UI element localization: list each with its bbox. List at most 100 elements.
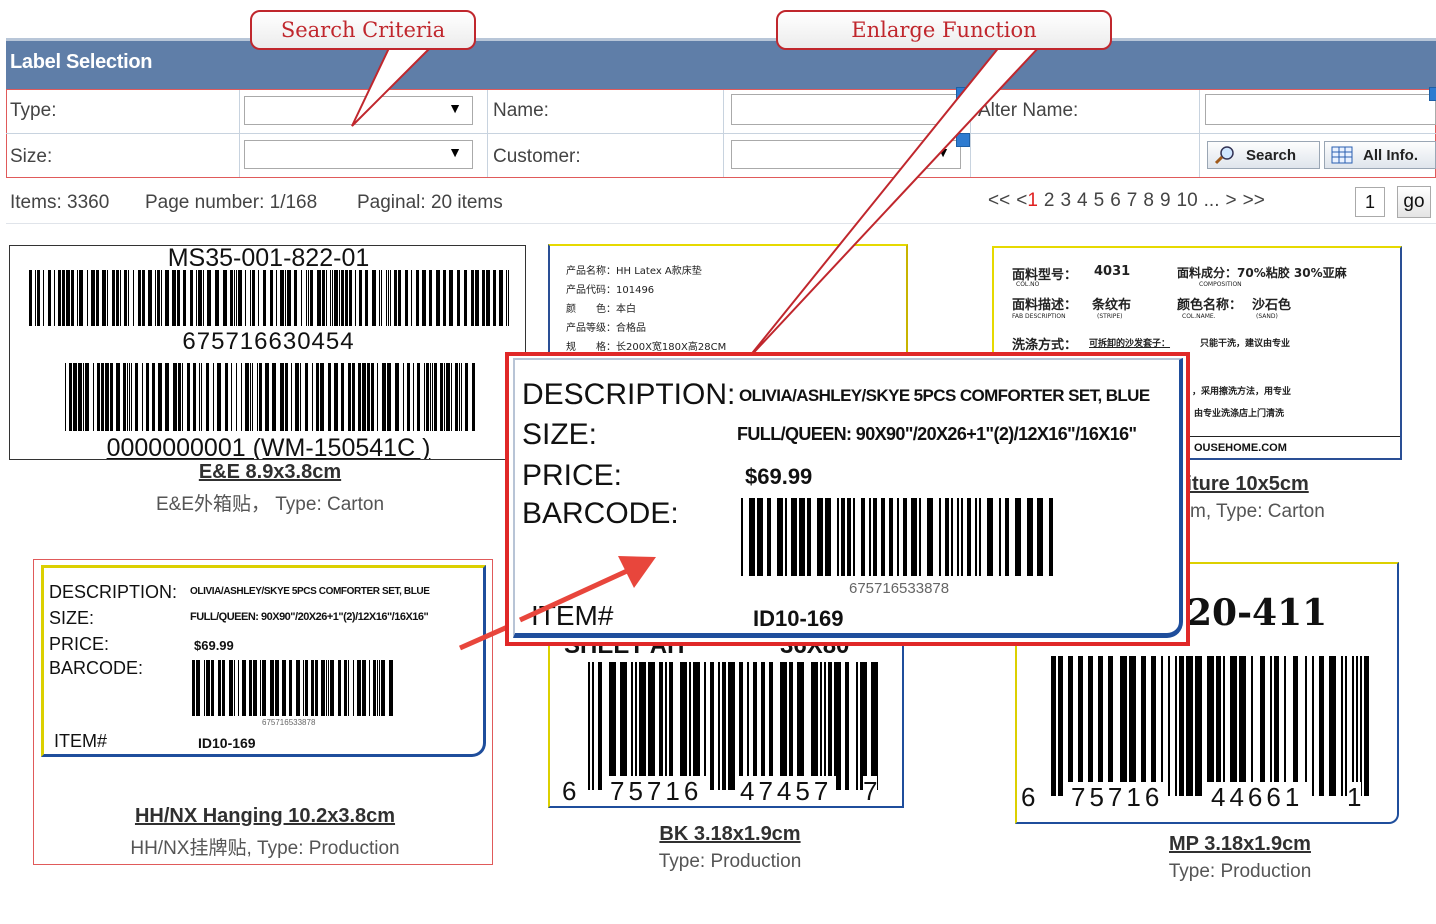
- barcode-digits: 47457: [736, 776, 837, 806]
- barcode-digits: 75716: [1067, 782, 1168, 813]
- search-button[interactable]: Search: [1207, 141, 1320, 169]
- type-select[interactable]: ▼: [244, 96, 473, 125]
- enlarged-preview[interactable]: DESCRIPTION: OLIVIA/ASHLEY/SKYE 5PCS COM…: [505, 352, 1190, 646]
- all-info-button-label: All Info.: [1363, 146, 1418, 164]
- all-info-button[interactable]: All Info.: [1324, 141, 1436, 169]
- card-title[interactable]: BK 3.18x1.9cm: [560, 823, 900, 846]
- card-subtitle: Type: Production: [658, 851, 802, 872]
- type-label: Type:: [10, 100, 57, 121]
- page-title: Label Selection: [10, 51, 153, 73]
- desc-key: DESCRIPTION:: [522, 378, 736, 411]
- chevron-down-icon: ▼: [448, 144, 462, 160]
- price-value: $69.99: [745, 464, 813, 489]
- label-field-en: COMPOSITION: [1199, 281, 1242, 288]
- size-key: SIZE:: [522, 418, 598, 451]
- edit-icon[interactable]: [1429, 87, 1436, 101]
- edit-icon[interactable]: [956, 87, 970, 101]
- enlarged-label: DESCRIPTION: OLIVIA/ASHLEY/SKYE 5PCS COM…: [513, 358, 1183, 638]
- barcode: [588, 662, 878, 790]
- item-key: ITEM#: [54, 731, 108, 751]
- page-link[interactable]: 7: [1127, 190, 1138, 212]
- name-input[interactable]: [731, 94, 961, 125]
- page-link[interactable]: 2: [1044, 190, 1055, 212]
- price-key: PRICE:: [49, 634, 110, 654]
- page-link[interactable]: 6: [1110, 190, 1121, 212]
- barcode: [1051, 656, 1369, 796]
- label-value: 沙石色: [1252, 298, 1292, 313]
- label-thumbnail[interactable]: MS35-001-822-01 675716630454 0000000001 …: [9, 245, 526, 460]
- ellipsis: ...: [1203, 190, 1220, 211]
- col-divider: [723, 90, 724, 177]
- size-value: FULL/QUEEN: 90X90"/20X26+1"(2)/12X16"/16…: [190, 611, 429, 623]
- barcode: [741, 498, 1053, 576]
- page-link[interactable]: 3: [1060, 190, 1071, 212]
- page-link[interactable]: 9: [1160, 190, 1171, 212]
- label-bottom-code: 0000000001 (WM-150541C ): [106, 434, 431, 460]
- row-divider: [6, 133, 1436, 134]
- enlarge-function-callout: Enlarge Function: [776, 10, 1112, 50]
- card-subtitle: m, Type: Carton: [1190, 501, 1325, 522]
- card-subtitle: Type: Production: [1168, 861, 1312, 882]
- label-value: 条纹布: [1092, 298, 1132, 313]
- label-field-en: COL.NAME.: [1182, 313, 1216, 320]
- card-title[interactable]: E&E 8.9x3.8cm: [60, 461, 480, 484]
- barcode-key: BARCODE:: [522, 497, 679, 530]
- card-title[interactable]: Furniture 10x5cm: [1142, 473, 1430, 496]
- size-key: SIZE:: [49, 608, 95, 628]
- page-link[interactable]: 4: [1077, 190, 1088, 212]
- barcode: [192, 660, 393, 716]
- card-subtitle: HH/NX挂牌贴, Type: Production: [130, 838, 400, 859]
- barcode-digit: 6: [562, 776, 577, 806]
- edit-icon[interactable]: [956, 133, 970, 147]
- label-value: 4031: [1094, 264, 1131, 279]
- pagination: << < 1 2 3 4 5 6 7 8 9 10 ... > >>: [988, 190, 1265, 212]
- size-label: Size:: [10, 146, 53, 167]
- paginal-count: Paginal: 20 items: [357, 192, 503, 213]
- panel-header: [6, 38, 1436, 90]
- size-select[interactable]: ▼: [244, 140, 473, 169]
- item-value: ID10-169: [753, 606, 844, 631]
- label-text-block: 产品名称：HH Latex A款床垫 产品代码：101496 颜 色：本白 产品…: [566, 266, 727, 353]
- label-field-en: (STRIPE): [1097, 313, 1123, 320]
- label-field-en: COL.NO: [1016, 281, 1040, 288]
- page-link[interactable]: 10: [1177, 190, 1198, 212]
- divider: [6, 223, 1436, 224]
- label-field: 面料成分：70%粘胶 30%亚麻: [1177, 266, 1347, 280]
- customer-label: Customer:: [493, 146, 581, 167]
- customer-select[interactable]: ▼: [731, 140, 961, 169]
- card-title[interactable]: MP 3.18x1.9cm: [1060, 833, 1420, 856]
- search-button-label: Search: [1246, 146, 1297, 164]
- label-value: 可拆卸的沙发套子：: [1089, 339, 1171, 349]
- label-thumbnail[interactable]: DESCRIPTION: OLIVIA/ASHLEY/SKYE 5PCS COM…: [41, 565, 486, 757]
- page-link[interactable]: 5: [1094, 190, 1105, 212]
- first-page-link[interactable]: <<: [988, 190, 1010, 212]
- card-title[interactable]: HH/NX Hanging 10.2x3.8cm: [40, 805, 490, 828]
- next-page-link[interactable]: >: [1226, 190, 1237, 212]
- label-value: 只能干洗，建议由专业: [1200, 339, 1291, 349]
- search-icon: [1214, 146, 1234, 165]
- item-value: ID10-169: [198, 735, 256, 751]
- current-page: 1: [1027, 190, 1038, 211]
- barcode-key: BARCODE:: [49, 658, 144, 678]
- prev-page-link[interactable]: <: [1016, 190, 1027, 212]
- size-value: FULL/QUEEN: 90X90"/20X26+1"(2)/12X16"/16…: [737, 424, 1137, 444]
- chevron-down-icon: ▼: [448, 100, 462, 116]
- col-divider: [1199, 90, 1200, 177]
- search-criteria-callout: Search Criteria: [250, 10, 476, 50]
- barcode: [29, 270, 509, 326]
- barcode: [65, 363, 475, 431]
- desc-value: OLIVIA/ASHLEY/SKYE 5PCS COMFORTER SET, B…: [739, 386, 1150, 405]
- col-divider: [487, 90, 488, 177]
- page-link[interactable]: 8: [1143, 190, 1154, 212]
- go-button[interactable]: go: [1397, 186, 1431, 218]
- label-top-code: MS35-001-822-01: [167, 245, 370, 272]
- page-input[interactable]: 1: [1355, 187, 1385, 217]
- barcode-number: 675716630454: [182, 328, 355, 355]
- barcode-digit: 1: [1347, 782, 1362, 813]
- label-url: OUSEHOME.COM: [1194, 442, 1287, 454]
- item-key: ITEM#: [531, 600, 614, 631]
- col-divider: [970, 90, 971, 177]
- page-links: 2 3 4 5 6 7 8 9 10: [1044, 190, 1198, 212]
- last-page-link[interactable]: >>: [1243, 190, 1265, 212]
- alter-name-input[interactable]: [1205, 94, 1436, 125]
